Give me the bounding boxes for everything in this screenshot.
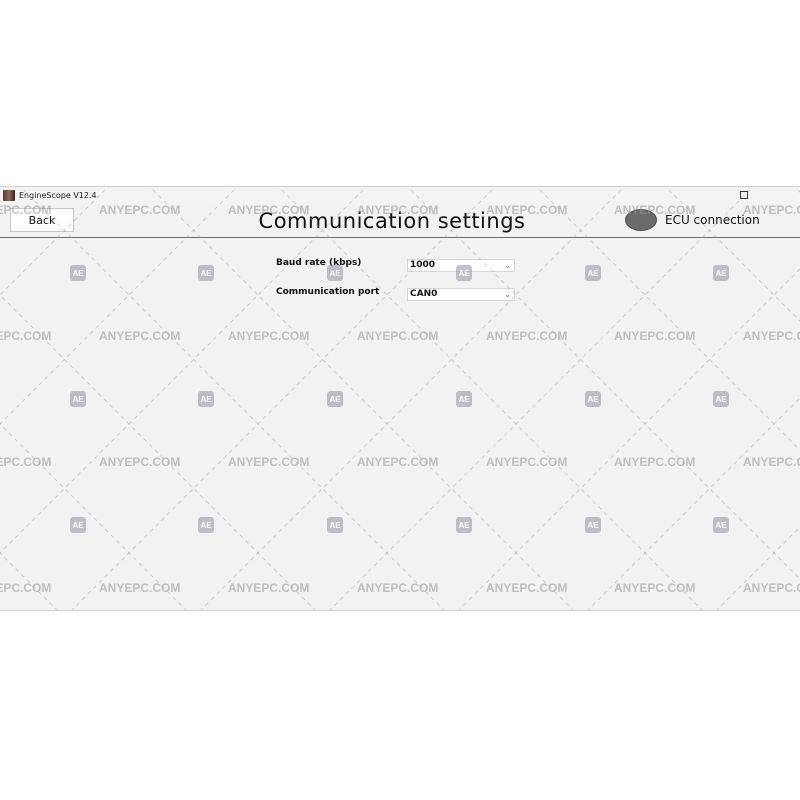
title-bar: EngineScope V12.4 [0,187,800,204]
watermark-text: ANYEPC.COM [99,581,181,595]
watermark-badge-icon: AE [70,391,86,407]
watermark-badge-icon: AE [198,517,214,533]
watermark-text: ANYEPC.COM [743,581,800,595]
comm-port-value: CAN0 [410,289,438,299]
maximize-button[interactable] [738,189,750,201]
watermark-text: ANYEPC.COM [614,581,696,595]
watermark-text: ANYEPC.COM [0,329,52,343]
watermark-text: ANYEPC.COM [357,455,439,469]
watermark-badge-icon: AE [585,265,601,281]
watermark-text: ANYEPC.COM [228,455,310,469]
watermark-badge-icon: AE [70,517,86,533]
header-toolbar: Back Communication settings ECU connecti… [0,204,800,238]
watermark-text: ANYEPC.COM [743,329,800,343]
watermark-badge-icon: AE [327,517,343,533]
ecu-connection-label: ECU connection [665,213,760,227]
page-title: Communication settings [258,209,526,233]
watermark-badge-icon: AE [70,265,86,281]
watermark-text: ANYEPC.COM [228,329,310,343]
ecu-status-indicator [625,209,657,231]
watermark-text: ANYEPC.COM [0,455,52,469]
watermark-badge-icon: AE [456,391,472,407]
maximize-icon [740,191,748,199]
app-window: EngineScope V12.4 Back Communication set… [0,186,800,611]
baud-rate-select[interactable]: 1000 ⌄ [407,259,515,272]
back-button[interactable]: Back [10,208,74,232]
watermark-text: ANYEPC.COM [614,455,696,469]
watermark-badge-icon: AE [585,517,601,533]
baud-rate-value: 1000 [410,260,436,270]
watermark-text: ANYEPC.COM [486,329,568,343]
watermark-badge-icon: AE [198,391,214,407]
watermark-badge-icon: AE [713,391,729,407]
watermark-badge-icon: AE [713,265,729,281]
chevron-down-icon: ⌄ [504,261,511,270]
watermark-lattice [0,187,800,610]
watermark-layer: ANYEPC.COM ANYEPC.COM ANYEPC.COM ANYEPC.COM… [0,187,800,610]
watermark-text: ANYEPC.COM [228,581,310,595]
watermark-text: ANYEPC.COM [357,581,439,595]
chevron-down-icon: ⌄ [504,290,511,299]
watermark-badge-icon: AE [585,391,601,407]
watermark-text: ANYEPC.COM [99,455,181,469]
watermark-badge-icon: AE [713,517,729,533]
watermark-text: ANYEPC.COM [0,581,52,595]
watermark-text: ANYEPC.COM [486,581,568,595]
watermark-text: ANYEPC.COM [357,329,439,343]
watermark-badge-icon: AE [198,265,214,281]
baud-rate-label: Baud rate (kbps) [276,258,362,268]
window-title: EngineScope V12.4 [19,191,97,200]
comm-port-select[interactable]: CAN0 ⌄ [407,288,515,301]
watermark-badge-icon: AE [327,391,343,407]
watermark-text: ANYEPC.COM [486,455,568,469]
watermark-text: ANYEPC.COM [743,455,800,469]
app-icon [3,190,15,201]
watermark-text: ANYEPC.COM [614,329,696,343]
watermark-badge-icon: AE [456,517,472,533]
watermark-text: ANYEPC.COM [99,329,181,343]
comm-port-label: Communication port [276,287,380,297]
